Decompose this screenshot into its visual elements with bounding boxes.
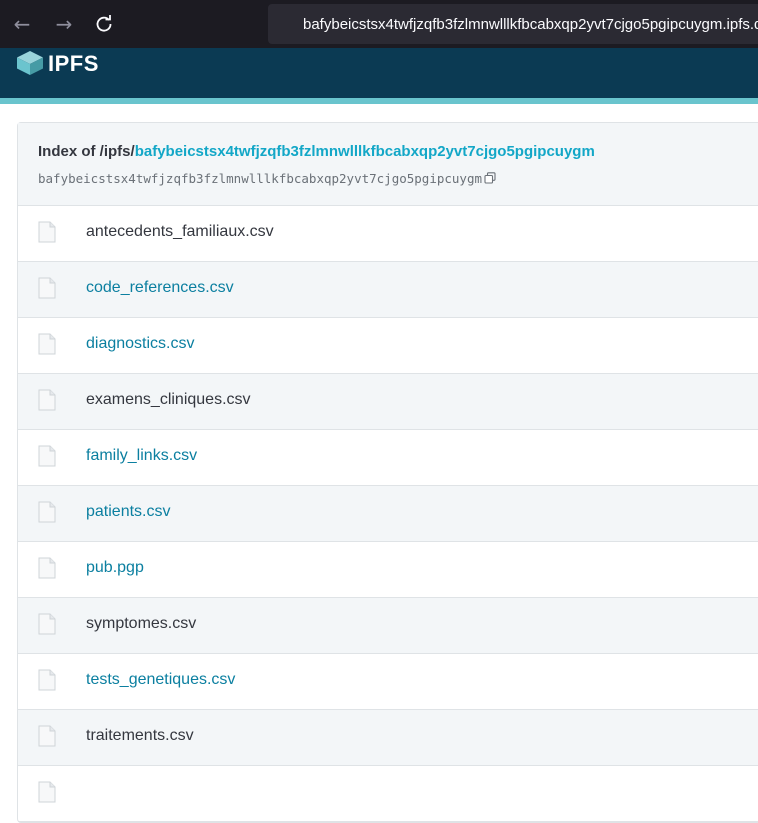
file-link[interactable]: tests_genetiques.csv (86, 671, 235, 689)
index-cid-link[interactable]: bafybeicstsx4twfjzqfb3fzlmnwlllkfbcabxqp… (135, 143, 595, 160)
ipfs-title: IPFS (48, 51, 99, 76)
listing-header: Index of /ipfs/bafybeicstsx4twfjzqfb3fzl… (18, 123, 758, 206)
file-link[interactable]: patients.csv (86, 503, 170, 521)
url-text[interactable]: bafybeicstsx4twfjzqfb3fzlmnwlllkfbcabxqp… (303, 16, 758, 33)
forward-arrow-icon[interactable]: → (52, 12, 76, 36)
file-icon (38, 669, 56, 691)
file-icon (38, 501, 56, 523)
index-prefix: Index of /ipfs/ (38, 143, 135, 160)
file-row[interactable]: code_references.csv (18, 262, 758, 318)
file-link[interactable]: family_links.csv (86, 447, 197, 465)
directory-listing: Index of /ipfs/bafybeicstsx4twfjzqfb3fzl… (17, 122, 758, 823)
ipfs-cube-logo-icon (17, 51, 43, 75)
file-link[interactable]: symptomes.csv (86, 615, 196, 633)
file-link[interactable]: antecedents_familiaux.csv (86, 223, 274, 241)
file-row[interactable]: antecedents_familiaux.csv (18, 206, 758, 262)
file-icon (38, 333, 56, 355)
file-icon (38, 781, 56, 803)
file-link[interactable]: pub.pgp (86, 559, 144, 577)
ipfs-header: IPFS (0, 48, 758, 104)
reload-icon[interactable] (92, 12, 116, 36)
file-icon (38, 277, 56, 299)
file-row[interactable]: tests_genetiques.csv (18, 654, 758, 710)
browser-toolbar: ← → bafybeicstsx4twfjzqfb3fzlmnwlllkfbca… (0, 0, 758, 48)
file-row[interactable]: traitements.csv (18, 710, 758, 766)
file-link[interactable]: diagnostics.csv (86, 335, 195, 353)
file-icon (38, 557, 56, 579)
file-link[interactable]: examens_cliniques.csv (86, 391, 251, 409)
file-link[interactable]: traitements.csv (86, 727, 194, 745)
file-row[interactable]: diagnostics.csv (18, 318, 758, 374)
file-row[interactable]: pub.pgp (18, 542, 758, 598)
file-icon (38, 221, 56, 243)
back-arrow-icon[interactable]: ← (10, 12, 34, 36)
file-icon (38, 725, 56, 747)
address-bar[interactable]: bafybeicstsx4twfjzqfb3fzlmnwlllkfbcabxqp… (268, 4, 758, 44)
copy-icon[interactable] (484, 172, 496, 184)
index-heading: Index of /ipfs/bafybeicstsx4twfjzqfb3fzl… (38, 143, 595, 160)
file-row[interactable]: examens_cliniques.csv (18, 374, 758, 430)
file-row[interactable]: symptomes.csv (18, 598, 758, 654)
file-icon (38, 445, 56, 467)
cid-line: bafybeicstsx4twfjzqfb3fzlmnwlllkfbcabxqp… (38, 171, 496, 186)
file-row[interactable]: family_links.csv (18, 430, 758, 486)
file-row[interactable]: patients.csv (18, 486, 758, 542)
file-row[interactable] (18, 766, 758, 822)
file-icon (38, 389, 56, 411)
file-icon (38, 613, 56, 635)
cid-text: bafybeicstsx4twfjzqfb3fzlmnwlllkfbcabxqp… (38, 171, 483, 186)
file-link[interactable]: code_references.csv (86, 279, 234, 297)
